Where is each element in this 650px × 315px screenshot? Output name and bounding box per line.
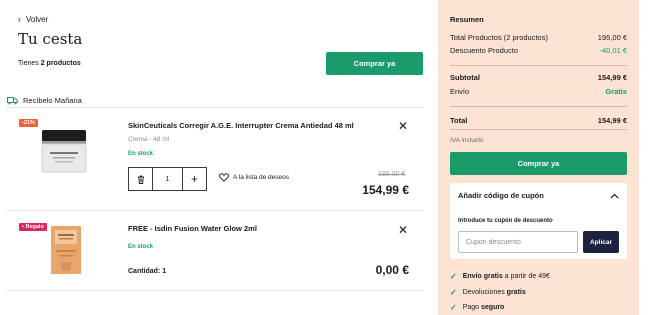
product-image-cream-jar xyxy=(41,130,87,173)
apply-coupon-button[interactable]: Aplicar xyxy=(583,231,619,253)
divider xyxy=(6,210,424,211)
benefit-free-shipping: ✓ Envío gratis a partir de 49€ xyxy=(450,272,550,281)
stock-status: En stock xyxy=(128,244,154,250)
wishlist-label: A la lista de deseos xyxy=(233,174,290,181)
tax-note: IVA incluido xyxy=(450,137,484,144)
coupon-input[interactable] xyxy=(458,231,578,253)
benefit-secure-payment: ✓ Pago seguro xyxy=(450,303,505,312)
trash-icon xyxy=(137,175,144,184)
close-icon: ✕ xyxy=(398,223,409,237)
summary-row-shipping: Envío Gratis xyxy=(450,87,627,96)
quantity-value[interactable]: 1 xyxy=(153,168,182,190)
gift-badge: ▪ Regalo xyxy=(19,223,47,231)
order-summary-panel: Resumen Total Productos (2 productos) 19… xyxy=(438,0,639,315)
check-icon: ✓ xyxy=(450,288,457,297)
product-name[interactable]: SkinCeuticals Corregir A.G.E. Interrupte… xyxy=(128,121,354,130)
chevron-left-icon: ‹ xyxy=(18,14,21,24)
original-price: 195,00 € xyxy=(378,171,406,178)
product-image-sample-sachet xyxy=(51,226,81,274)
product-variant: Crema - 48 ml xyxy=(128,136,170,143)
product-name[interactable]: FREE - Isdin Fusion Water Glow 2ml xyxy=(128,224,257,233)
back-label: Volver xyxy=(26,15,49,24)
increase-quantity-button[interactable]: + xyxy=(182,168,206,190)
divider xyxy=(6,107,424,108)
close-icon: ✕ xyxy=(398,119,409,133)
heart-icon xyxy=(219,173,229,182)
check-icon: ✓ xyxy=(450,303,457,312)
divider xyxy=(450,106,627,107)
coupon-field-label: Introduce tu cupón de descuento xyxy=(458,218,553,224)
delete-button[interactable] xyxy=(129,168,153,190)
gift-icon: ▪ xyxy=(22,224,24,230)
chevron-up-icon xyxy=(610,193,619,198)
remove-item-button[interactable]: ✕ xyxy=(398,224,408,236)
item-price: 154,99 € xyxy=(362,183,409,197)
coupon-box: Añadir código de cupón Introduce tu cupó… xyxy=(450,183,627,259)
buy-now-button[interactable]: Comprar ya xyxy=(450,152,627,175)
summary-row-discount: Descuento Producto -40,01 € xyxy=(450,46,627,55)
delivery-info: Recíbelo Mañana xyxy=(7,96,82,105)
coupon-title: Añadir código de cupón xyxy=(458,191,544,200)
item-price: 0,00 € xyxy=(375,263,409,277)
summary-row-total: Total 154,99 € xyxy=(450,116,627,125)
stock-status: En stock xyxy=(128,151,154,157)
divider xyxy=(450,65,627,66)
buy-now-button-top[interactable]: Comprar ya xyxy=(326,52,423,75)
divider xyxy=(450,129,627,130)
page-title: Tu cesta xyxy=(18,30,83,48)
discount-badge: -21% xyxy=(19,119,38,127)
check-icon: ✓ xyxy=(450,272,457,281)
truck-icon xyxy=(7,96,18,104)
cart-count: Tienes 2 productos xyxy=(18,60,81,67)
quantity-text: Cantidad: 1 xyxy=(128,268,167,275)
benefit-free-returns: ✓ Devoluciones gratis xyxy=(450,288,526,297)
remove-item-button[interactable]: ✕ xyxy=(398,120,408,132)
quantity-stepper: 1 + xyxy=(128,167,207,191)
summary-row-total-products: Total Productos (2 productos) 195,00 € xyxy=(450,33,627,42)
delivery-label: Recíbelo Mañana xyxy=(23,96,82,105)
summary-title: Resumen xyxy=(450,15,484,24)
plus-icon: + xyxy=(190,172,198,186)
back-link[interactable]: ‹ Volver xyxy=(18,14,49,25)
divider xyxy=(6,290,424,291)
summary-row-subtotal: Subtotal 154,99 € xyxy=(450,73,627,82)
coupon-toggle[interactable]: Añadir código de cupón xyxy=(458,191,619,200)
wishlist-button[interactable]: A la lista de deseos xyxy=(219,173,289,182)
